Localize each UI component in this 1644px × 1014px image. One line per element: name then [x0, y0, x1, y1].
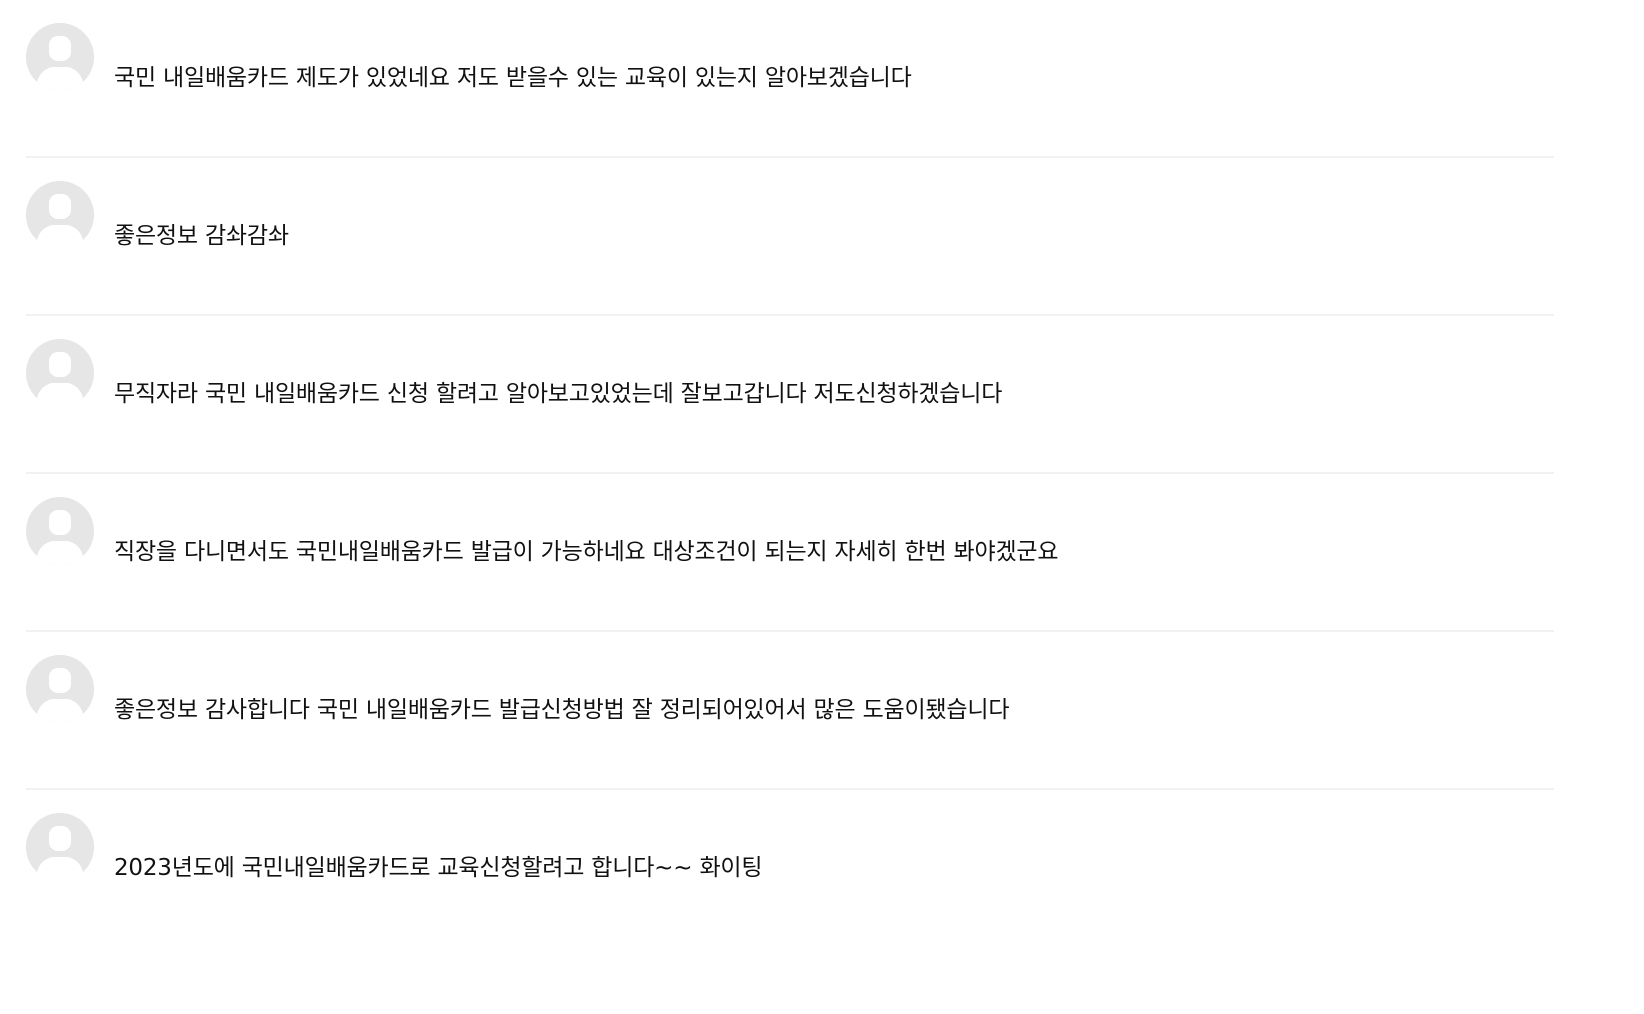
- comment-text: 무직자라 국민 내일배움카드 신청 할려고 알아보고있었는데 잘보고갑니다 저도…: [114, 381, 1003, 407]
- comment-item: 직장을 다니면서도 국민내일배움카드 발급이 가능하네요 대상조건이 되는지 자…: [26, 474, 1554, 632]
- comment-item: 좋은정보 감사합니다 국민 내일배움카드 발급신청방법 잘 정리되어있어서 많은…: [26, 632, 1554, 790]
- default-user-avatar-icon[interactable]: [26, 655, 94, 723]
- comment-text: 좋은정보 감솨감솨: [114, 223, 289, 249]
- user-silhouette-icon: [26, 497, 94, 565]
- comment-text: 좋은정보 감사합니다 국민 내일배움카드 발급신청방법 잘 정리되어있어서 많은…: [114, 697, 1010, 723]
- comment-item: 좋은정보 감솨감솨: [26, 158, 1554, 316]
- default-user-avatar-icon[interactable]: [26, 339, 94, 407]
- comment-item: 국민 내일배움카드 제도가 있었네요 저도 받을수 있는 교육이 있는지 알아보…: [26, 0, 1554, 158]
- comment-item: 무직자라 국민 내일배움카드 신청 할려고 알아보고있었는데 잘보고갑니다 저도…: [26, 316, 1554, 474]
- comment-text: 2023년도에 국민내일배움카드로 교육신청할려고 합니다~~ 화이팅: [114, 855, 763, 881]
- user-silhouette-icon: [26, 655, 94, 723]
- comment-text: 국민 내일배움카드 제도가 있었네요 저도 받을수 있는 교육이 있는지 알아보…: [114, 65, 912, 91]
- comment-list: 국민 내일배움카드 제도가 있었네요 저도 받을수 있는 교육이 있는지 알아보…: [0, 0, 1644, 1014]
- user-silhouette-icon: [26, 339, 94, 407]
- default-user-avatar-icon[interactable]: [26, 497, 94, 565]
- comment-text: 직장을 다니면서도 국민내일배움카드 발급이 가능하네요 대상조건이 되는지 자…: [114, 539, 1059, 565]
- user-silhouette-icon: [26, 813, 94, 881]
- user-silhouette-icon: [26, 181, 94, 249]
- default-user-avatar-icon[interactable]: [26, 181, 94, 249]
- default-user-avatar-icon[interactable]: [26, 23, 94, 91]
- default-user-avatar-icon[interactable]: [26, 813, 94, 881]
- user-silhouette-icon: [26, 23, 94, 91]
- comment-item: 2023년도에 국민내일배움카드로 교육신청할려고 합니다~~ 화이팅: [26, 790, 1554, 948]
